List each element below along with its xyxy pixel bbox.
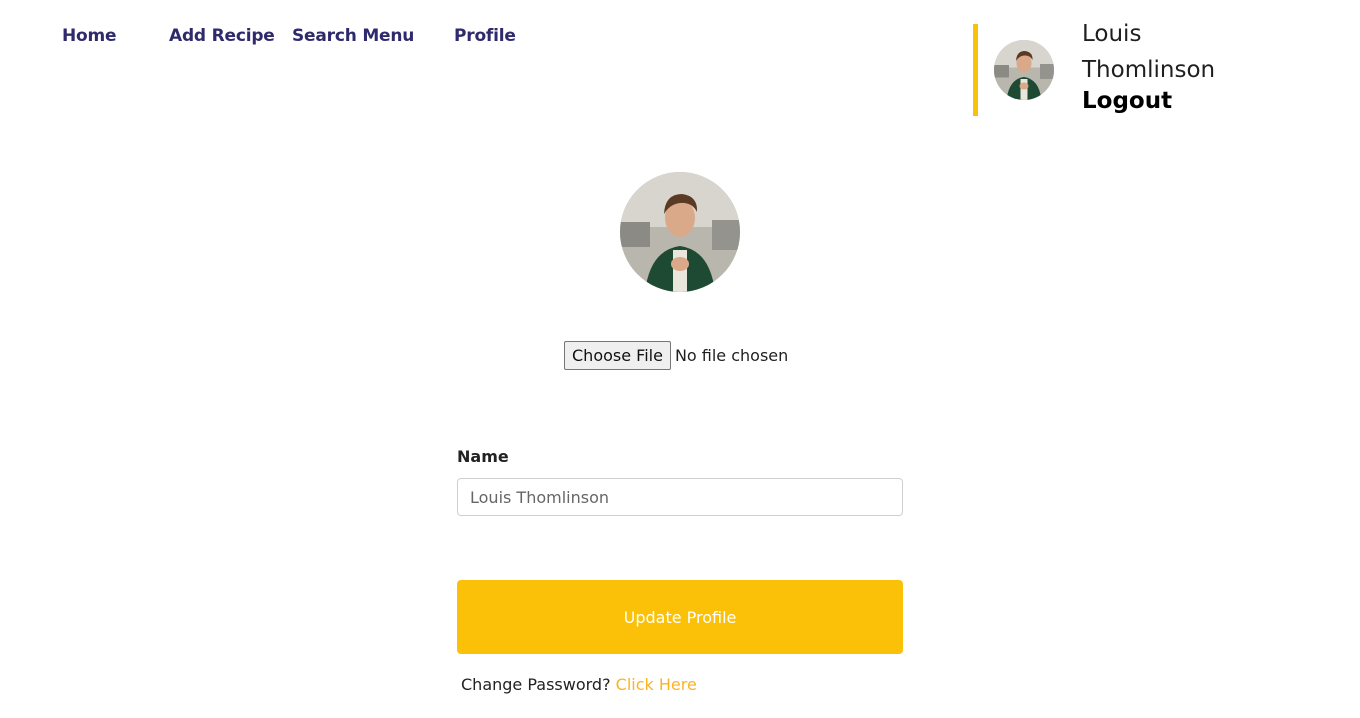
name-field[interactable]	[457, 478, 903, 516]
change-password-row: Change Password? Click Here	[461, 675, 697, 694]
user-name: Louis Thomlinson	[1082, 21, 1216, 83]
user-accent-bar	[973, 24, 978, 116]
choose-file-button[interactable]: Choose File	[564, 341, 671, 370]
file-input: Choose File No file chosen	[564, 341, 788, 370]
profile-avatar	[620, 172, 740, 292]
update-profile-button[interactable]: Update Profile	[457, 580, 903, 654]
change-password-link[interactable]: Click Here	[616, 675, 697, 694]
page: Home Add Recipe Search Menu Profile Loui…	[0, 0, 1360, 718]
nav-search-menu[interactable]: Search Menu	[292, 26, 414, 46]
file-status: No file chosen	[674, 346, 789, 365]
name-label: Name	[457, 447, 509, 466]
logout-link[interactable]: Logout	[1082, 88, 1172, 114]
change-password-text: Change Password?	[461, 675, 611, 694]
nav-home[interactable]: Home	[62, 26, 117, 46]
profile-photo-icon	[620, 172, 740, 292]
user-avatar-icon	[994, 40, 1054, 100]
nav-add-recipe[interactable]: Add Recipe	[169, 26, 275, 46]
user-avatar	[994, 40, 1054, 100]
nav-profile[interactable]: Profile	[454, 26, 516, 46]
